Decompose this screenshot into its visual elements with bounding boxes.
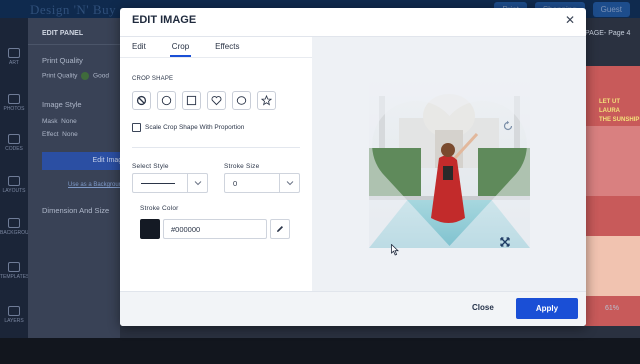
crop-shape-square[interactable] [182,91,201,110]
close-icon[interactable]: ✕ [562,12,578,28]
background-icon [8,218,20,228]
scale-crop-row[interactable]: Scale Crop Shape With Proportion [132,123,244,132]
layers-icon [8,306,20,316]
divider [120,57,312,58]
left-rail: ART PHOTOS CODES LAYOUTS BACKGROUND TEMP… [0,18,36,338]
layouts-icon [8,176,20,186]
stroke-color-swatch[interactable] [140,219,160,239]
poster-photo [585,126,640,196]
photos-icon [8,94,20,104]
crop-shape-circle[interactable] [157,91,176,110]
stroke-style-sample [141,183,175,184]
tab-bar: Edit Crop Effects [132,42,239,57]
crop-shape-none[interactable] [132,91,151,110]
rotate-icon[interactable] [502,120,514,132]
color-picker-button[interactable] [270,219,290,239]
effect-row: Effect None [42,131,78,138]
dimension-heading: Dimension And Size [42,206,110,215]
tab-edit[interactable]: Edit [132,42,146,57]
poster-preview[interactable]: LET UT LAURA THE SUNSHIP [585,66,640,326]
circle-icon [161,95,172,106]
rail-item-layers[interactable]: LAYERS [0,306,28,324]
mouse-cursor-icon [391,244,399,256]
mask-row: Mask None [42,118,77,125]
edit-panel: EDIT PANEL Print Quality Print Quality G… [28,18,120,338]
divider [28,44,120,45]
square-icon [186,95,197,106]
divider [132,147,300,148]
page-breadcrumb[interactable]: PAGE- Page 4 [585,30,640,42]
stroke-color-input[interactable]: #000000 [163,219,267,239]
chevron-down-icon [279,174,299,192]
rail-item-templates[interactable]: TEMPLATES [0,262,29,280]
guest-button[interactable]: Guest [592,1,630,17]
bottom-bar [0,338,640,364]
none-icon [136,95,147,106]
art-icon [8,48,20,58]
pencil-icon [277,226,283,232]
print-quality-heading: Print Quality [42,56,83,65]
crop-shape-ellipse[interactable] [232,91,251,110]
crop-shape-picker [132,91,276,110]
crop-preview [312,37,586,299]
image-style-heading: Image Style [42,100,82,109]
apply-button[interactable]: Apply [516,298,578,319]
star-icon [261,95,272,106]
cropped-photo[interactable] [369,78,530,248]
close-button[interactable]: Close [472,303,494,312]
stroke-color-label: Stroke Color [140,205,179,212]
crop-shape-heart[interactable] [207,91,226,110]
rail-item-art[interactable]: ART [0,48,28,66]
scale-crop-label: Scale Crop Shape With Proportion [145,124,245,131]
modal-title: EDIT IMAGE [132,14,197,26]
rail-item-photos[interactable]: PHOTOS [0,94,28,112]
stroke-size-select[interactable]: 0 [224,173,300,193]
chevron-down-icon [187,174,207,192]
rail-item-codes[interactable]: CODES [0,134,28,152]
crop-settings-pane: Edit Crop Effects CROP SHAPE Scale Crop … [120,37,312,299]
stroke-style-select[interactable] [132,173,208,193]
stroke-size-value: 0 [233,179,238,188]
ellipse-icon [236,96,247,105]
zoom-level: 61% [605,305,620,312]
edit-image-button[interactable]: Edit Image [42,152,132,170]
crop-shape-star[interactable] [257,91,276,110]
poster-title: LET UT LAURA THE SUNSHIP [599,99,640,123]
edit-panel-title: EDIT PANEL [42,30,84,37]
codes-icon [8,134,20,144]
rail-item-layouts[interactable]: LAYOUTS [0,176,28,194]
quality-icon [81,72,90,80]
poster-photo-2 [585,236,640,296]
tab-crop[interactable]: Crop [169,42,192,57]
use-as-background-link[interactable]: Use as a Background [68,182,125,188]
select-style-label: Select Style [132,163,169,170]
heart-icon [211,96,222,106]
brand-logo: Design 'N' Buy [30,2,117,17]
resize-icon[interactable] [500,237,510,247]
edit-image-modal: EDIT IMAGE ✕ Edit Crop Effects CROP SHAP… [120,8,586,326]
crop-shape-label: CROP SHAPE [132,76,174,82]
templates-icon [8,262,20,272]
print-quality-row: Print Quality Good [42,72,109,80]
scale-crop-checkbox[interactable] [132,123,141,132]
tab-effects[interactable]: Effects [215,42,239,57]
rail-item-background[interactable]: BACKGROUND [0,218,36,236]
stroke-size-label: Stroke Size [224,163,260,170]
